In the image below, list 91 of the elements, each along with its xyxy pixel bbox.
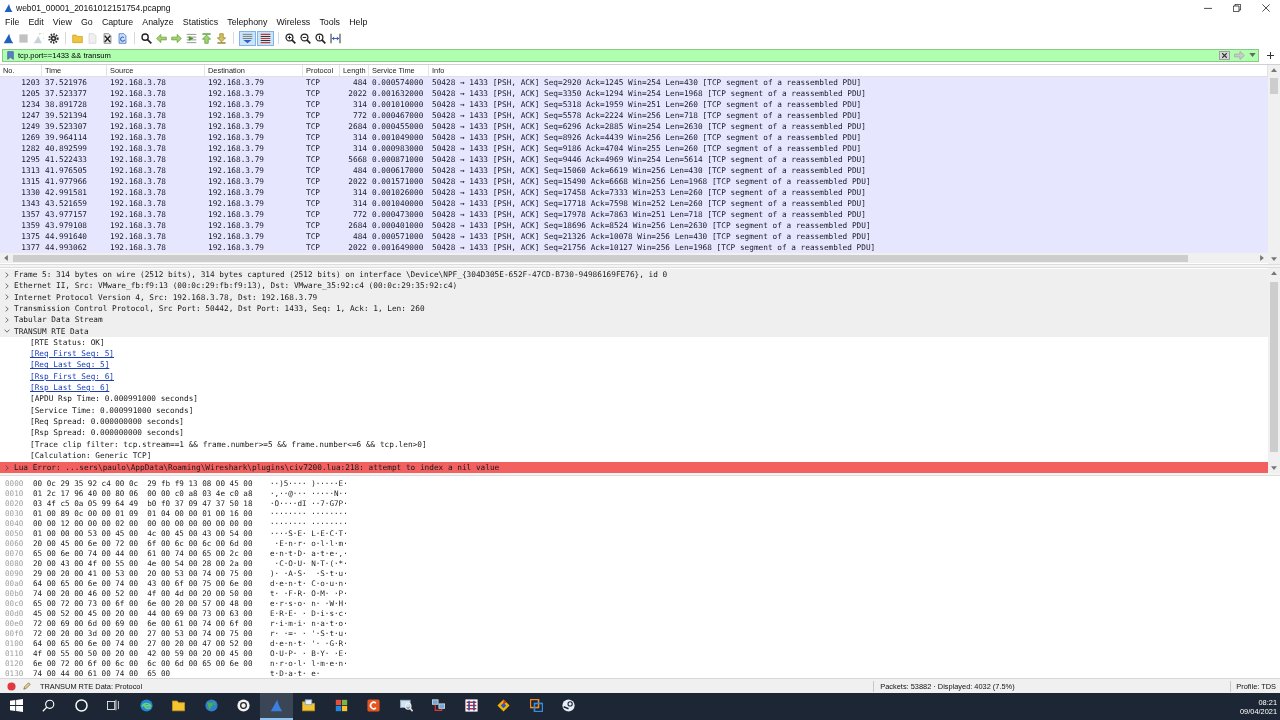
network-icon <box>432 699 446 712</box>
search-icon <box>141 32 152 44</box>
menu-item[interactable]: Capture <box>97 16 138 29</box>
folder-icon <box>72 32 83 44</box>
clear-filter-button[interactable] <box>1217 49 1232 61</box>
globe-icon <box>204 699 218 712</box>
menu-item[interactable]: File <box>0 16 24 29</box>
chevron-right-icon[interactable] <box>4 464 10 471</box>
chevron-right-icon[interactable] <box>4 305 10 312</box>
stop-icon <box>18 32 29 44</box>
caret-down-icon[interactable] <box>1271 466 1277 470</box>
scrollbar-thumb[interactable] <box>13 254 1188 262</box>
caret-right-icon[interactable] <box>1260 255 1264 261</box>
overlapping-squares-icon <box>529 699 543 712</box>
close-file-button[interactable] <box>100 30 115 46</box>
scroll-down-icon <box>241 32 253 44</box>
menu-item[interactable]: Help <box>344 16 372 29</box>
last-packet-button[interactable] <box>214 30 229 46</box>
zoom-in-icon <box>285 32 296 44</box>
monitor-search-icon <box>399 699 413 712</box>
normal-size-button[interactable] <box>313 30 328 46</box>
striped-lines-icon <box>259 32 271 44</box>
reload-icon <box>117 32 128 44</box>
tile-icon <box>367 699 381 712</box>
round-logo-icon <box>562 699 576 712</box>
zoom-out-button[interactable] <box>298 30 313 46</box>
pencil-icon[interactable] <box>23 682 31 690</box>
down-arrow-icon <box>216 32 227 44</box>
gear-icon <box>48 32 59 44</box>
zoom-out-icon <box>300 32 311 44</box>
capture-options-button[interactable] <box>46 30 61 46</box>
up-arrow-icon <box>201 32 212 44</box>
horizontal-scrollbar[interactable] <box>0 253 1268 263</box>
scrollbar-thumb[interactable] <box>1270 78 1278 94</box>
disc-icon <box>237 699 251 712</box>
chevron-right-icon[interactable] <box>4 271 10 278</box>
caret-down-icon[interactable] <box>1271 257 1277 261</box>
chevron-right-icon[interactable] <box>4 283 10 289</box>
circle-icon <box>74 699 88 712</box>
menu-item[interactable]: Analyze <box>137 16 179 29</box>
vertical-scrollbar[interactable] <box>1268 65 1280 264</box>
right-arrow-icon <box>171 32 182 44</box>
window-title: web01_00001_20161012151754.pcapng <box>16 2 171 13</box>
chevron-right-icon[interactable] <box>4 317 10 324</box>
folder-icon <box>302 699 316 712</box>
restore-icon <box>1232 3 1241 12</box>
folder-icon <box>172 699 186 712</box>
task-view-icon <box>107 699 121 712</box>
search-icon <box>42 699 56 712</box>
shark-fin-icon <box>4 2 13 13</box>
menu-item[interactable]: Edit <box>23 16 49 29</box>
menu-item[interactable]: Wireless <box>271 16 315 29</box>
autoscroll-button[interactable] <box>238 30 256 46</box>
close-icon <box>1261 3 1270 12</box>
menu-item[interactable]: Tools <box>314 16 345 29</box>
status-dot-icon[interactable] <box>7 681 16 691</box>
vertical-scrollbar[interactable] <box>1268 268 1280 473</box>
menu-item[interactable]: Telephony <box>222 16 272 29</box>
zoom-in-button[interactable] <box>283 30 298 46</box>
right-arrow-icon <box>1234 50 1245 60</box>
colorize-button[interactable] <box>256 30 274 46</box>
bookmark-icon <box>7 50 14 60</box>
first-packet-button[interactable] <box>199 30 214 46</box>
caret-left-icon[interactable] <box>4 255 8 261</box>
plus-icon <box>1266 51 1274 59</box>
caret-down-icon <box>1249 53 1256 57</box>
grid-icon <box>464 699 478 712</box>
file-x-icon <box>102 32 113 44</box>
clear-icon <box>1219 50 1230 60</box>
chevron-right-icon[interactable] <box>4 294 10 301</box>
menu-item[interactable]: Statistics <box>178 16 223 29</box>
shark-fin-icon <box>3 32 14 44</box>
diamond-icon <box>497 699 511 712</box>
swirl-icon <box>139 699 153 712</box>
shark-fin-icon <box>269 699 283 712</box>
list-arrow-icon <box>186 32 197 44</box>
find-packet-button[interactable] <box>139 30 154 46</box>
left-arrow-icon <box>156 32 167 44</box>
scrollbar-thumb[interactable] <box>1270 282 1278 452</box>
tiles-icon <box>334 699 348 712</box>
zoom-reset-icon <box>315 32 326 44</box>
restart-icon <box>33 32 44 44</box>
resize-columns-icon <box>330 32 341 44</box>
caret-up-icon[interactable] <box>1271 68 1277 72</box>
chevron-down-icon[interactable] <box>4 328 10 335</box>
caret-up-icon[interactable] <box>1271 271 1277 275</box>
menu-item[interactable]: View <box>48 16 77 29</box>
windows-logo-icon <box>9 699 23 712</box>
reload-file-button[interactable] <box>115 30 130 46</box>
menu-item[interactable]: Go <box>76 16 98 29</box>
file-icon <box>87 32 98 44</box>
